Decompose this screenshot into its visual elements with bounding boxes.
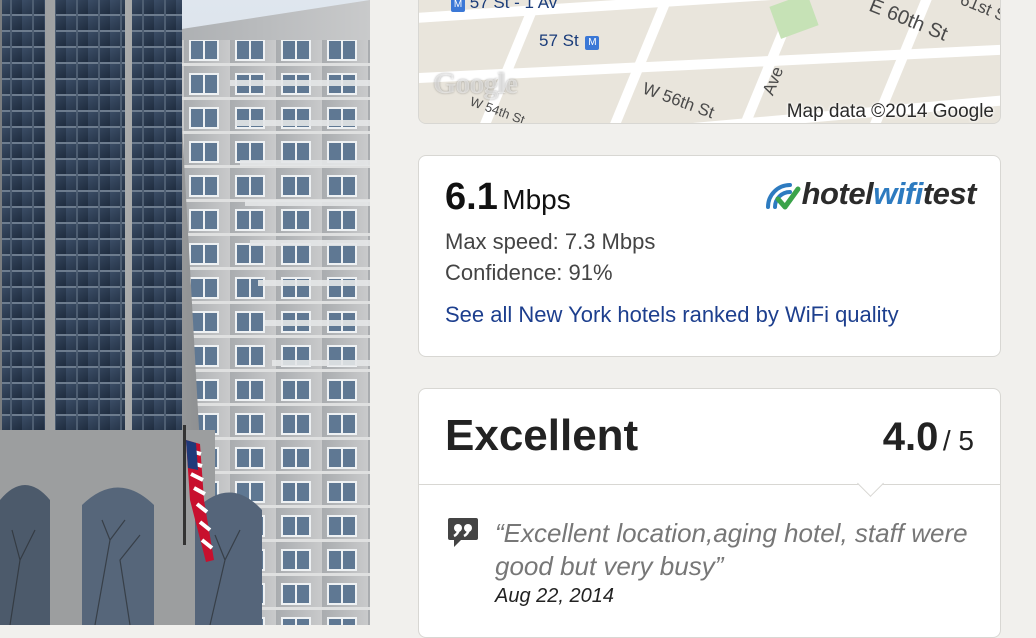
- map-widget[interactable]: M 57 St - 1 Av 57 St M E 60th St 61st St…: [418, 0, 1001, 124]
- map-label-57st-station: 57 St M: [539, 31, 600, 51]
- hotelwifitest-logo[interactable]: hotelwifitest: [764, 176, 977, 212]
- map-credit[interactable]: Map data ©2014 Google: [787, 101, 994, 123]
- wifi-check-icon: [765, 183, 801, 210]
- rating-score-value: 4.0: [882, 415, 939, 459]
- review-card: Excellent 4.0 / 5 “Excellent location,ag…: [418, 388, 1001, 638]
- subway-icon: M: [585, 36, 600, 50]
- max-speed-text: Max speed: 7.3 Mbps: [445, 229, 656, 254]
- wifi-speed: 6.1 Mbps: [445, 176, 571, 219]
- confidence-text: Confidence: 91%: [445, 260, 613, 285]
- wifi-test-card: 6.1 Mbps hotelwifitest Max speed: 7.3 Mb…: [418, 155, 1001, 357]
- rating-score: 4.0 / 5: [883, 415, 974, 460]
- rating-score-max: / 5: [942, 425, 974, 456]
- hotel-photo[interactable]: [0, 0, 370, 625]
- review-divider: [419, 484, 1000, 485]
- wifi-speed-value: 6.1: [445, 176, 498, 218]
- subway-icon: M: [451, 0, 465, 12]
- rating-word: Excellent: [445, 411, 639, 460]
- hotelwifitest-wordmark: hotelwifitest: [801, 176, 977, 211]
- map-label-57st-1av: M 57 St - 1 Av: [449, 0, 557, 13]
- google-logo: Google: [433, 67, 518, 100]
- wifi-speed-unit: Mbps: [502, 184, 571, 215]
- wifi-ranking-link[interactable]: See all New York hotels ranked by WiFi q…: [445, 302, 899, 328]
- review-date: Aug 22, 2014: [495, 585, 614, 607]
- review-quote: “Excellent location,aging hotel, staff w…: [495, 518, 968, 581]
- quote-bubble-icon: [448, 518, 478, 547]
- speech-pointer: [857, 470, 884, 497]
